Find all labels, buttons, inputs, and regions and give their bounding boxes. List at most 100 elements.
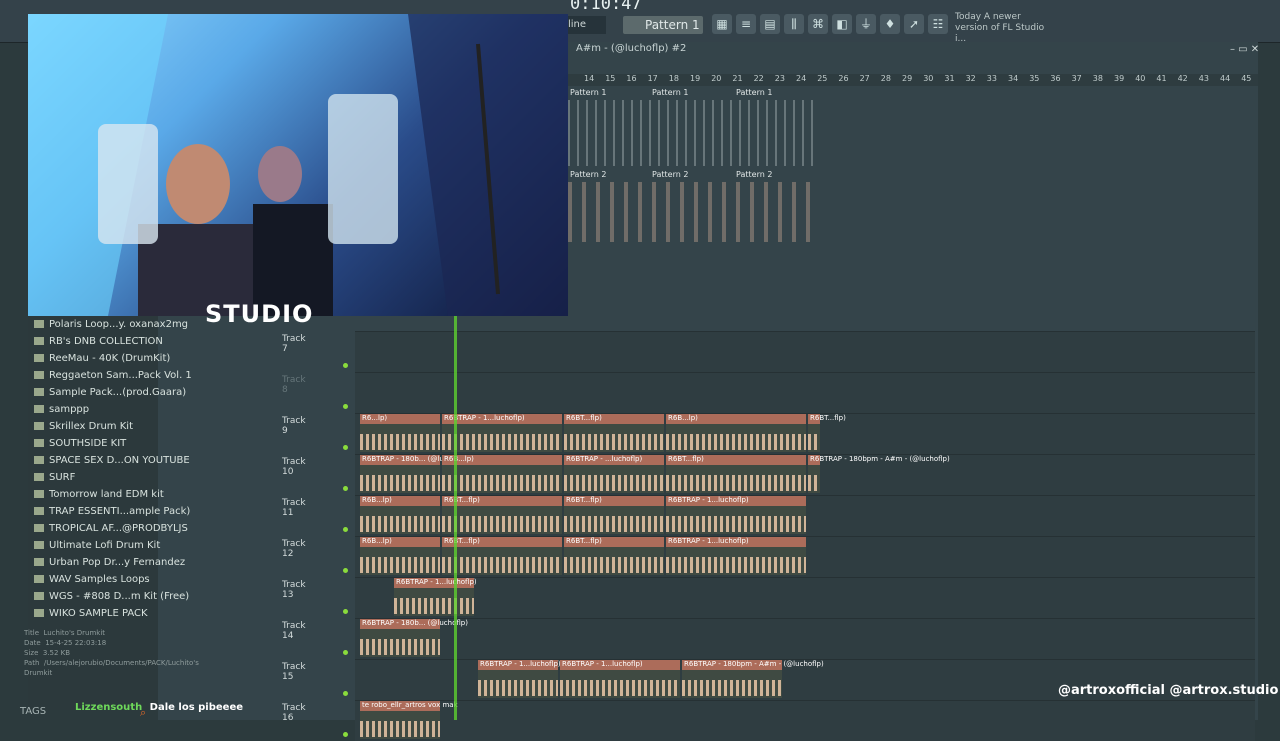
audio-clip[interactable]: R6BT...flp) — [564, 414, 664, 452]
audio-clip[interactable]: R6BTRAP - 1...luchoflp) — [478, 660, 561, 698]
track-mute-led[interactable] — [343, 691, 348, 696]
audio-clip[interactable]: R6BTRAP - 180bpm - A#m - (@luchoflp) — [682, 660, 824, 698]
audio-clip[interactable]: R6BTRAP - 1...luchoflp) — [560, 660, 680, 698]
audio-clip[interactable]: te robo_ellr_artros vox mak — [360, 701, 458, 739]
browser-item-label: Ultimate Lofi Drum Kit — [49, 540, 161, 551]
browser-item[interactable]: Reggaeton Sam...Pack Vol. 1 — [34, 367, 192, 384]
audio-clip[interactable]: R6BTRAP - 180b... (@luchoflp) — [360, 619, 468, 657]
browser-item[interactable]: ReeMau - 40K (DrumKit) — [34, 350, 170, 367]
audio-clip[interactable]: R6BT...flp) — [666, 455, 806, 493]
pattern-clip[interactable]: Pattern 2 — [736, 170, 772, 179]
track-mute-led[interactable] — [343, 363, 348, 368]
playlist-icon[interactable]: ▦ — [712, 14, 732, 34]
plugin-icon[interactable]: ◧ — [832, 14, 852, 34]
ruler-bar-number: 37 — [1071, 74, 1082, 83]
track-mute-led[interactable] — [343, 609, 348, 614]
pattern-clip[interactable]: Pattern 2 — [570, 170, 606, 179]
track-label[interactable]: Track 8 — [282, 375, 306, 395]
mixer-icon[interactable]: ⫼ — [784, 14, 804, 34]
folder-icon — [34, 320, 44, 328]
pattern-clip[interactable]: Pattern 1 — [652, 88, 688, 97]
pattern-clip[interactable]: Pattern 1 — [570, 88, 606, 97]
track-mute-led[interactable] — [343, 486, 348, 491]
track-label[interactable]: Track 12 — [282, 539, 306, 559]
pattern-clip[interactable]: Pattern 1 — [736, 88, 772, 97]
playhead[interactable] — [454, 316, 457, 720]
audio-clip[interactable]: R6B...lp) — [360, 537, 440, 575]
browser-item[interactable]: WIKO SAMPLE PACK — [34, 605, 148, 622]
tags-tab[interactable]: TAGS — [20, 706, 46, 717]
window-controls[interactable]: – ▭ ✕ — [1230, 44, 1259, 55]
audio-clip[interactable]: R6B...lp) — [360, 496, 440, 534]
export-icon[interactable]: ➚ — [904, 14, 924, 34]
shop-icon[interactable]: ☷ — [928, 14, 948, 34]
track-label[interactable]: Track 16 — [282, 703, 306, 723]
track-lane[interactable] — [355, 372, 1255, 413]
browser-item[interactable]: TRAP ESSENTI...ample Pack) — [34, 503, 190, 520]
audio-clip[interactable]: R6BT...flp) — [564, 537, 664, 575]
track-label[interactable]: Track 13 — [282, 580, 306, 600]
browser-item[interactable]: WAV Samples Loops — [34, 571, 150, 588]
mic-icon[interactable]: ♦ — [880, 14, 900, 34]
song-time: 0:10:47 — [570, 0, 642, 14]
track-lane[interactable] — [355, 618, 1255, 659]
audio-clip[interactable]: R6BTRAP - 1...luchoflp) — [666, 537, 806, 575]
folder-icon — [34, 507, 44, 515]
track-lane[interactable] — [355, 331, 1255, 372]
track-mute-led[interactable] — [343, 732, 348, 737]
waveform — [394, 598, 474, 614]
audio-clip[interactable]: R6...lp) — [360, 414, 440, 452]
audio-clip[interactable]: R6BT...flp) — [808, 414, 846, 452]
track-label[interactable]: Track 15 — [282, 662, 306, 682]
track-label[interactable]: Track 7 — [282, 334, 306, 354]
browser-item[interactable]: Skrillex Drum Kit — [34, 418, 133, 435]
browser-item[interactable]: SPACE SEX D...ON YOUTUBE — [34, 452, 190, 469]
audio-clip[interactable]: R6BT...flp) — [442, 496, 562, 534]
track-label[interactable]: Track 10 — [282, 457, 306, 477]
browser-item[interactable]: TROPICAL AF...@PRODBYLJS — [34, 520, 188, 537]
audio-clip[interactable]: R6BT...flp) — [564, 496, 664, 534]
browser-icon[interactable]: ⌘ — [808, 14, 828, 34]
browser-item[interactable]: samppp — [34, 401, 89, 418]
audio-clip[interactable]: R6BTRAP - ...luchoflp) — [564, 455, 664, 493]
piano-roll-icon[interactable]: ▤ — [760, 14, 780, 34]
channel-rack-icon[interactable]: ≡ — [736, 14, 756, 34]
audio-clip[interactable]: R6BTRAP - 1...luchoflp) — [666, 496, 806, 534]
audio-clip[interactable]: R6BT...flp) — [442, 537, 562, 575]
browser-item[interactable]: Tomorrow land EDM kit — [34, 486, 164, 503]
audio-clip[interactable]: R6B...lp) — [666, 414, 806, 452]
audio-clip[interactable]: R6B...lp) — [442, 455, 562, 493]
browser-item[interactable]: Polaris Loop...y. oxanax2mg — [34, 316, 188, 333]
browser-item[interactable]: Sample Pack...(prod.Gaara) — [34, 384, 186, 401]
track-lane[interactable] — [355, 700, 1255, 741]
clip-label: R6B...lp) — [362, 537, 392, 545]
news-panel[interactable]: Today A newer version of FL Studio i... — [955, 12, 1045, 45]
track-mute-led[interactable] — [343, 650, 348, 655]
ruler-bar-number: 42 — [1177, 74, 1188, 83]
track-label[interactable]: Track 14 — [282, 621, 306, 641]
audio-clip[interactable]: R6BTRAP - 180bpm - A#m - (@luchoflp) — [808, 455, 950, 493]
track-label[interactable]: Track 11 — [282, 498, 306, 518]
timeline-ruler[interactable]: 14 15 16 17 18 19 20 21 22 23 24 25 26 27 28 29 30 31 32 33… — [568, 74, 1258, 86]
browser-item[interactable]: Ultimate Lofi Drum Kit — [34, 537, 160, 554]
browser-item[interactable]: SURF — [34, 469, 75, 486]
pattern-select[interactable]: Pattern 1 — [623, 16, 703, 34]
pattern-clip[interactable]: Pattern 2 — [652, 170, 688, 179]
snap-mode-select[interactable]: line — [566, 16, 606, 34]
browser-item[interactable]: WGS - #808 D...m Kit (Free) — [34, 588, 189, 605]
waveform — [442, 475, 562, 491]
browser-item[interactable]: Urban Pop Dr...y Fernandez — [34, 554, 185, 571]
audio-clip[interactable]: R6BTRAP - 180b... (@luchoflp) — [360, 455, 468, 493]
browser-item[interactable]: RB's DNB COLLECTION — [34, 333, 163, 350]
track-mute-led[interactable] — [343, 568, 348, 573]
track-mute-led[interactable] — [343, 527, 348, 532]
track-label[interactable]: Track 9 — [282, 416, 306, 436]
plug-icon[interactable]: ⏚ — [856, 14, 876, 34]
audio-clip[interactable]: R6BTRAP - 1...luchoflp) — [442, 414, 562, 452]
track-mute-led[interactable] — [343, 404, 348, 409]
browser-item[interactable]: SOUTHSIDE KIT — [34, 435, 126, 452]
audio-clip[interactable]: R6BTRAP - 1...luchoflp) — [394, 578, 477, 616]
track-lane[interactable] — [355, 577, 1255, 618]
browser-item-label: Polaris Loop...y. oxanax2mg — [49, 319, 189, 330]
track-mute-led[interactable] — [343, 445, 348, 450]
